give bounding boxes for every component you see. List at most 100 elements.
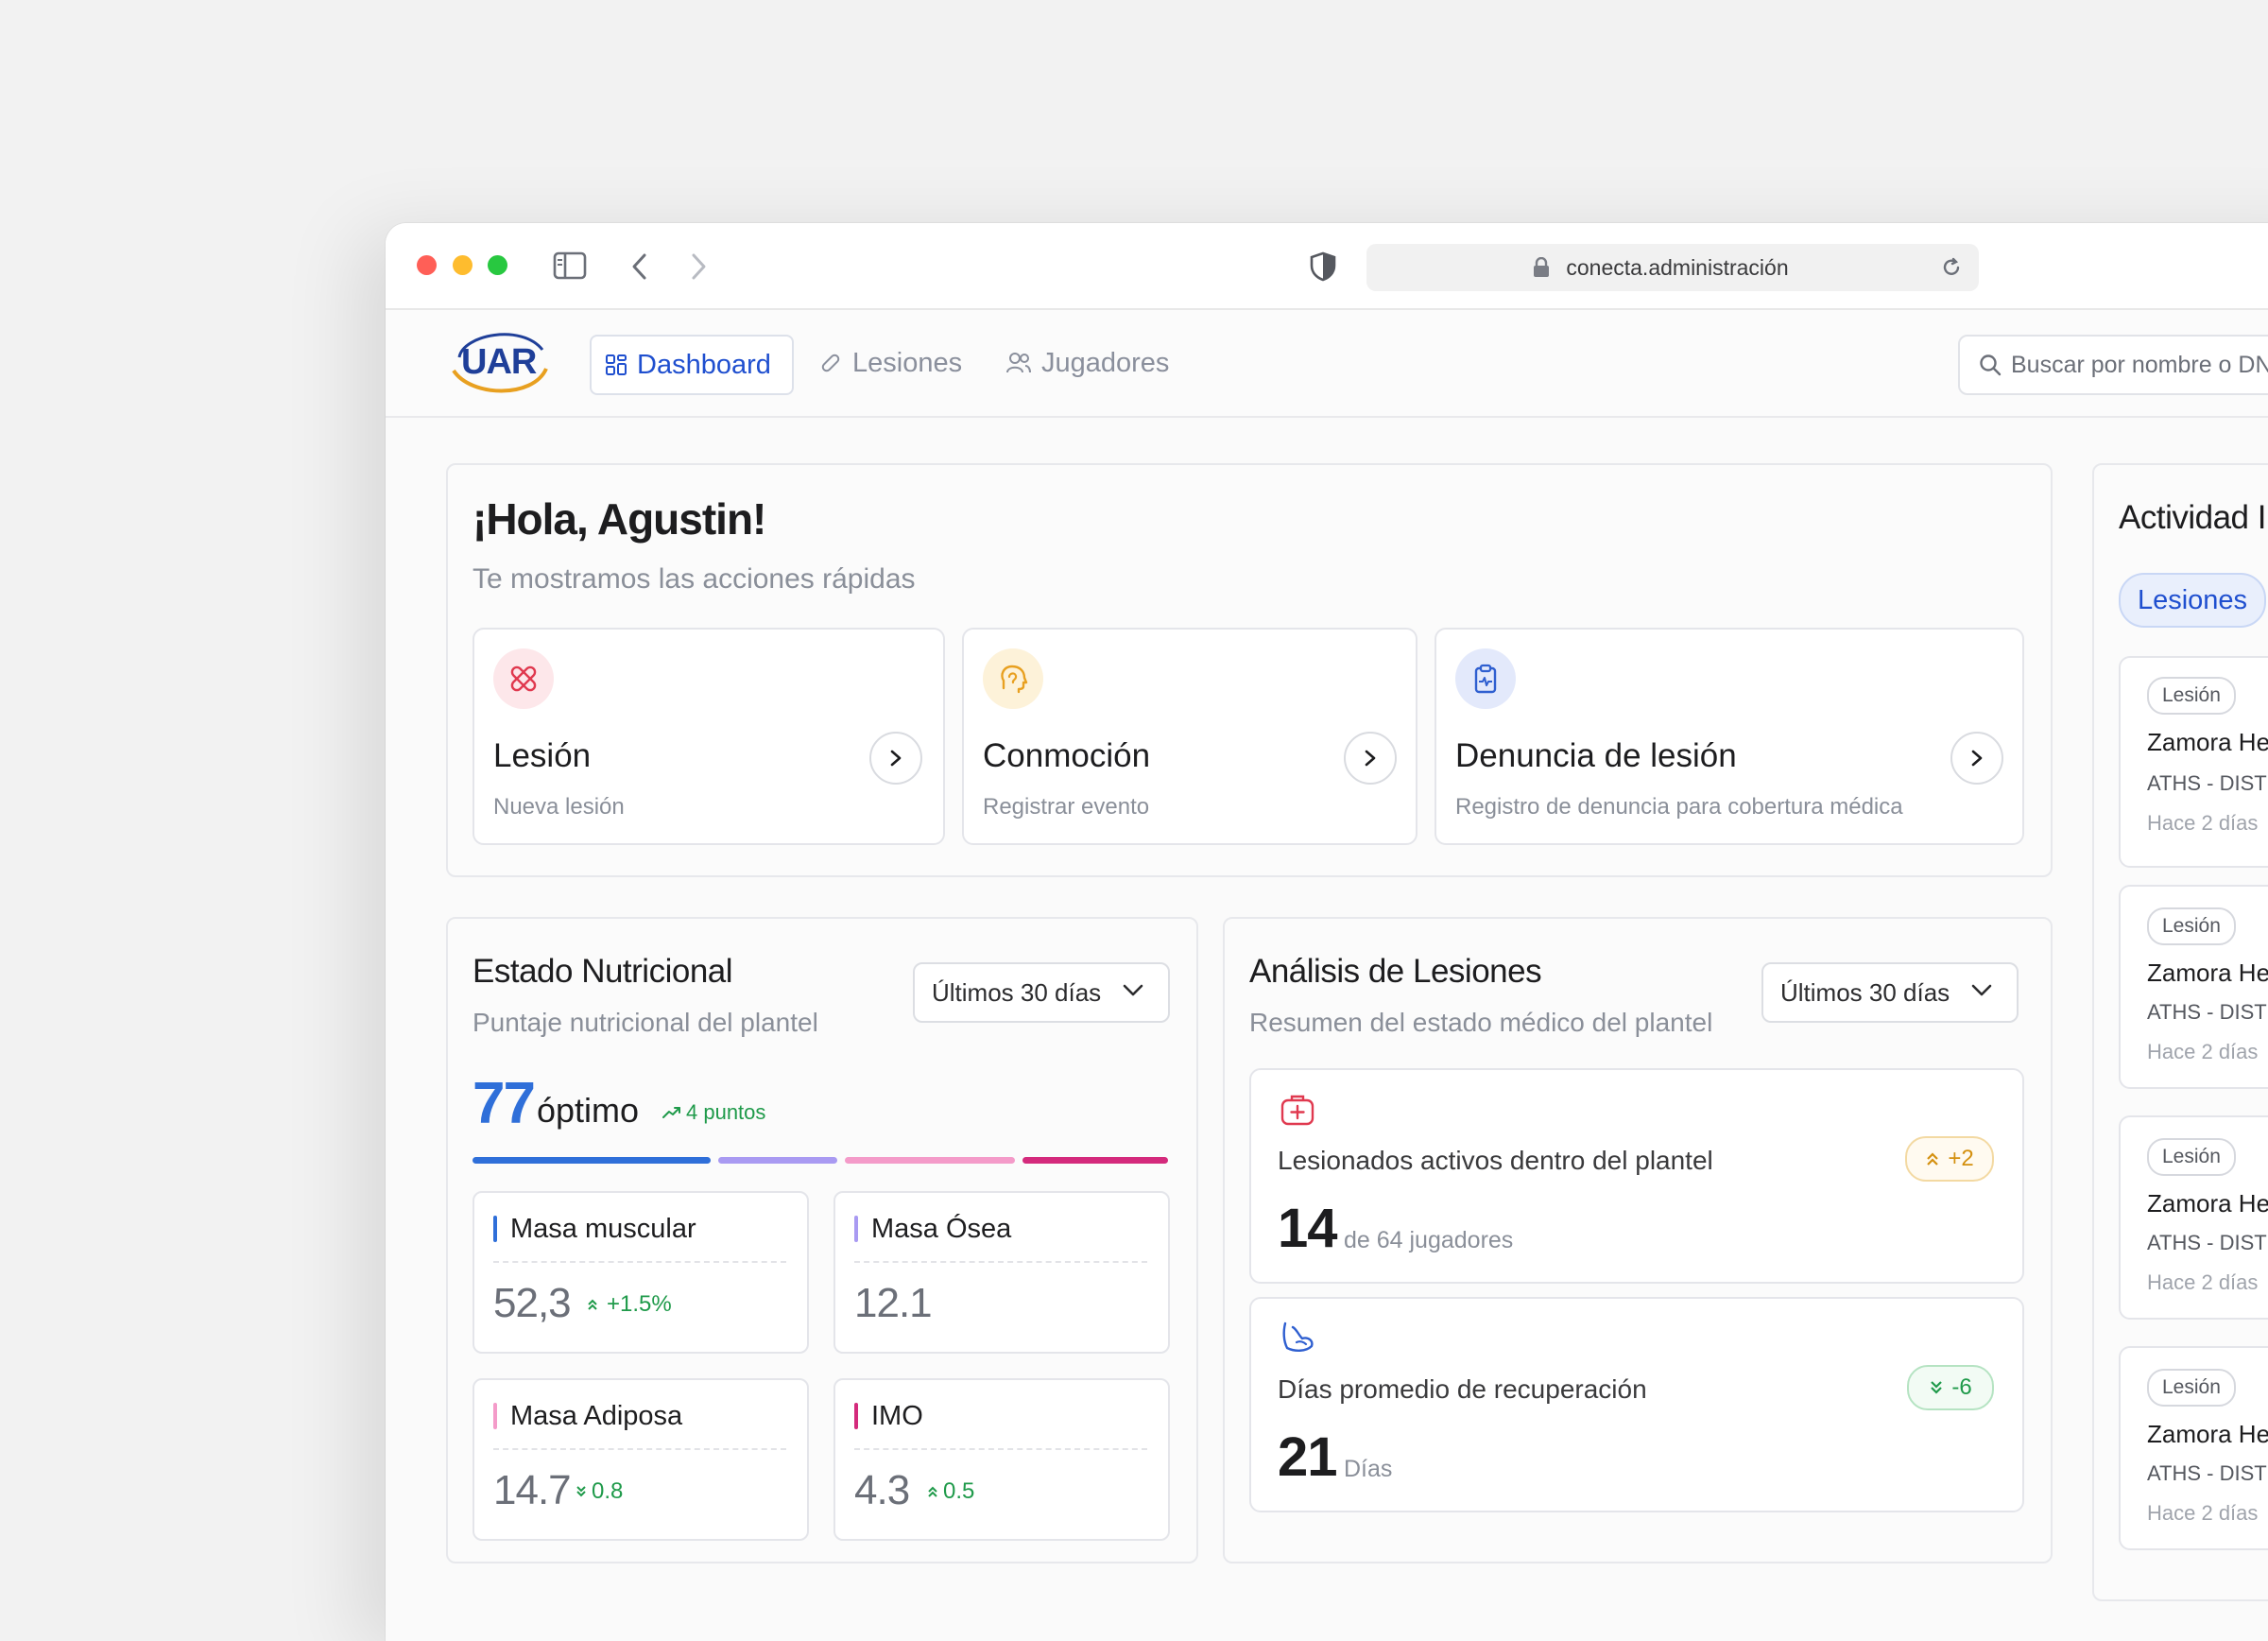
score-segment-3 bbox=[845, 1157, 1015, 1164]
metric-value: 52,3 bbox=[493, 1280, 572, 1326]
welcome-subtitle: Te mostramos las acciones rápidas bbox=[472, 563, 916, 595]
activity-tag: Lesión bbox=[2147, 907, 2236, 945]
nutrition-trend: 4 puntos bbox=[662, 1100, 765, 1125]
forward-icon[interactable] bbox=[688, 252, 709, 281]
nav-jugadores[interactable]: Jugadores bbox=[1005, 335, 1169, 391]
quick-action-conmocion-title: Conmoción bbox=[983, 737, 1151, 774]
stat-value: 21 bbox=[1278, 1426, 1338, 1488]
metric-value: 14.7 bbox=[493, 1467, 572, 1513]
search-icon bbox=[1980, 354, 2002, 376]
uar-logo[interactable]: UAR bbox=[448, 325, 552, 397]
metric-label: IMO bbox=[871, 1401, 923, 1431]
dashboard-icon bbox=[606, 354, 627, 375]
quick-action-denuncia-title: Denuncia de lesión bbox=[1455, 737, 1737, 774]
activity-time: Hace 2 días bbox=[2147, 1501, 2259, 1525]
score-segment-4 bbox=[1022, 1157, 1168, 1164]
double-chevron-up-icon bbox=[1927, 1152, 1939, 1166]
nav-lesiones-label: Lesiones bbox=[852, 347, 963, 378]
metric-value: 4.3 bbox=[854, 1467, 910, 1513]
welcome-title: ¡Hola, Agustin! bbox=[472, 494, 766, 544]
double-chevron-down-icon bbox=[576, 1486, 586, 1497]
medkit-icon bbox=[1280, 1095, 1314, 1126]
metric-color-mark bbox=[493, 1403, 497, 1429]
back-icon[interactable] bbox=[629, 252, 650, 281]
stat-badge: +2 bbox=[1905, 1136, 1994, 1182]
injuries-title: Análisis de Lesiones bbox=[1249, 953, 1542, 990]
activity-time: Hace 2 días bbox=[2147, 811, 2259, 835]
head-icon bbox=[983, 648, 1043, 709]
bandage-small-icon bbox=[821, 354, 840, 372]
stat-value: 14 bbox=[1278, 1198, 1338, 1259]
metric-delta: +1.5% bbox=[586, 1291, 672, 1318]
nutrition-title: Estado Nutricional bbox=[472, 953, 733, 990]
nutrition-trend-label: 4 puntos bbox=[686, 1100, 766, 1124]
activity-time: Hace 2 días bbox=[2147, 1040, 2259, 1063]
quick-action-denuncia-subtitle: Registro de denuncia para cobertura médi… bbox=[1455, 794, 1903, 820]
chevron-right-icon bbox=[1971, 750, 1983, 767]
nutrition-period-dropdown[interactable]: Últimos 30 días bbox=[913, 962, 1170, 1023]
lesion-chevron-button[interactable] bbox=[869, 732, 922, 785]
metric-color-mark bbox=[854, 1403, 858, 1429]
address-bar[interactable]: conecta.administración bbox=[1366, 244, 1979, 291]
shield-icon[interactable] bbox=[1310, 251, 1336, 282]
metric-delta: 0.8 bbox=[575, 1478, 623, 1505]
metric-delta-value: 0.8 bbox=[592, 1478, 624, 1504]
metric-divider bbox=[854, 1261, 1147, 1263]
metric-label: Masa Adiposa bbox=[510, 1401, 683, 1431]
stat-badge-value: +2 bbox=[1948, 1146, 1974, 1171]
nav-lesiones[interactable]: Lesiones bbox=[818, 335, 962, 391]
quick-action-lesion-title: Lesión bbox=[493, 737, 592, 774]
activity-tag: Lesión bbox=[2147, 1138, 2236, 1176]
metric-label: Masa muscular bbox=[510, 1214, 696, 1244]
stat-unit: de 64 jugadores bbox=[1344, 1227, 1514, 1253]
activity-player-name: Zamora Her bbox=[2147, 728, 2268, 756]
nutrition-status: óptimo bbox=[537, 1091, 640, 1130]
clipboard-icon bbox=[1455, 648, 1516, 709]
chevron-right-icon bbox=[890, 750, 902, 767]
activity-tag: Lesión bbox=[2147, 677, 2236, 715]
injuries-period-dropdown[interactable]: Últimos 30 días bbox=[1761, 962, 2019, 1023]
activity-title: Actividad I bbox=[2119, 499, 2266, 536]
logo-text: UAR bbox=[461, 342, 537, 382]
nutrition-subtitle: Puntaje nutricional del plantel bbox=[472, 1008, 818, 1037]
stat-badge-value: -6 bbox=[1951, 1374, 1972, 1400]
nutrition-score: 77 bbox=[472, 1071, 536, 1136]
conmocion-chevron-button[interactable] bbox=[1344, 732, 1397, 785]
activity-tag: Lesión bbox=[2147, 1369, 2236, 1407]
double-chevron-down-icon bbox=[1931, 1381, 1943, 1394]
activity-filter-chip[interactable]: Lesiones bbox=[2119, 573, 2266, 628]
score-segment-2 bbox=[718, 1157, 837, 1164]
metric-color-mark bbox=[493, 1216, 497, 1242]
muscle-icon bbox=[1282, 1321, 1314, 1352]
nav-jugadores-label: Jugadores bbox=[1041, 347, 1170, 378]
double-chevron-up-icon bbox=[588, 1299, 597, 1310]
activity-filter-label: Lesiones bbox=[2137, 585, 2248, 615]
minimize-window-button[interactable] bbox=[453, 255, 472, 275]
stat-badge: -6 bbox=[1907, 1365, 1994, 1410]
denuncia-chevron-button[interactable] bbox=[1950, 732, 2003, 785]
search-placeholder: Buscar por nombre o DNI bbox=[2011, 352, 2268, 378]
activity-player-name: Zamora Her bbox=[2147, 959, 2268, 987]
chevron-down-icon bbox=[1123, 984, 1143, 996]
metric-divider bbox=[854, 1448, 1147, 1450]
double-chevron-up-icon bbox=[928, 1486, 937, 1497]
metric-delta-value: 0.5 bbox=[943, 1478, 975, 1504]
metric-delta: 0.5 bbox=[926, 1478, 974, 1505]
metric-divider bbox=[493, 1448, 786, 1450]
maximize-window-button[interactable] bbox=[488, 255, 507, 275]
activity-team: ATHS - DISTE bbox=[2147, 1231, 2268, 1254]
score-segment-1 bbox=[472, 1157, 711, 1164]
nav-dashboard[interactable]: Dashboard bbox=[590, 335, 794, 395]
quick-action-conmocion-subtitle: Registrar evento bbox=[983, 794, 1150, 820]
activity-team: ATHS - DISTE bbox=[2147, 771, 2268, 795]
activity-team: ATHS - DISTE bbox=[2147, 1461, 2268, 1485]
metric-value: 12.1 bbox=[854, 1280, 933, 1326]
injuries-period-label: Últimos 30 días bbox=[1780, 978, 1950, 1007]
sidebar-toggle-icon[interactable] bbox=[553, 251, 587, 280]
search-input[interactable]: Buscar por nombre o DNI bbox=[1958, 335, 2268, 395]
metric-divider bbox=[493, 1261, 786, 1263]
close-window-button[interactable] bbox=[417, 255, 437, 275]
activity-team: ATHS - DISTE bbox=[2147, 1000, 2268, 1024]
injuries-subtitle: Resumen del estado médico del plantel bbox=[1249, 1008, 1713, 1037]
reload-icon[interactable] bbox=[1941, 257, 1962, 278]
